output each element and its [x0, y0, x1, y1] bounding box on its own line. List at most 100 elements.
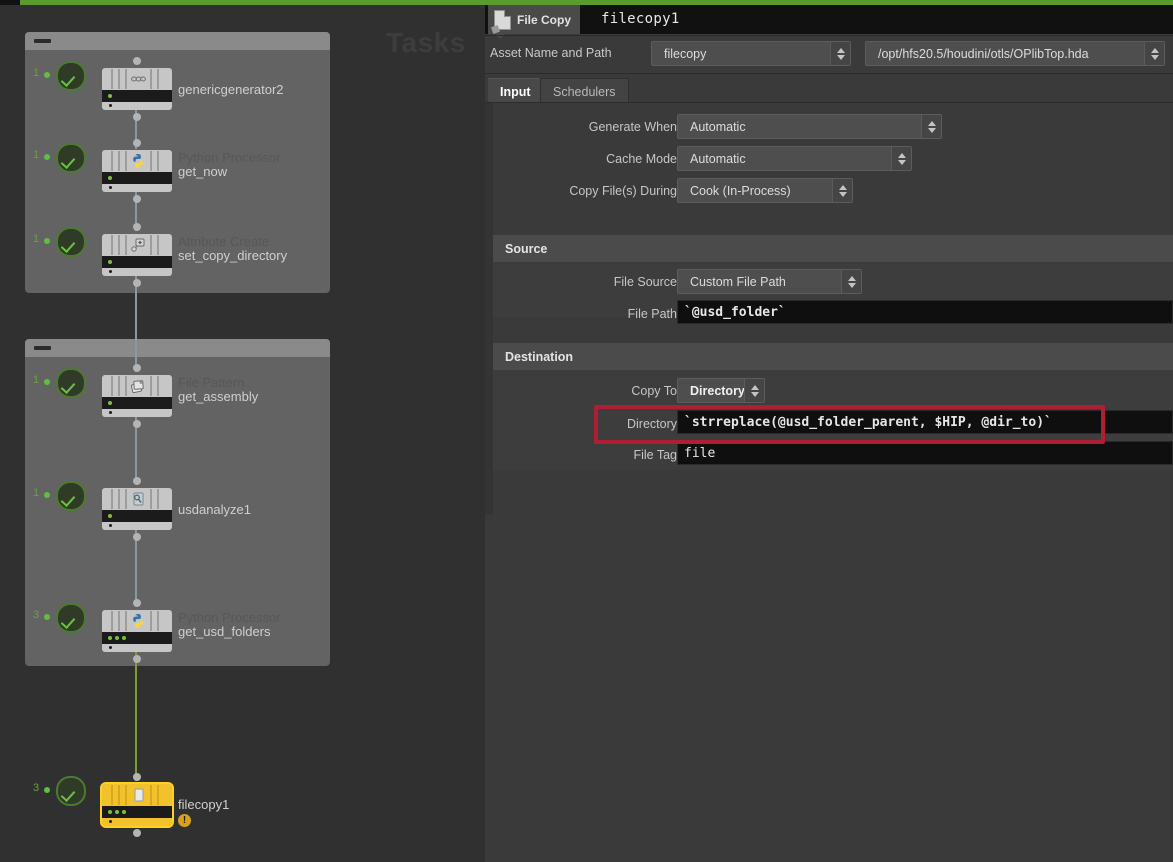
network-watermark: Tasks: [386, 27, 466, 58]
network-editor[interactable]: Tasks 1 genericgenerator2 1 Python Proce…: [0, 5, 485, 862]
copy-files-during-stepper[interactable]: [832, 179, 852, 202]
collapse-icon[interactable]: [34, 346, 51, 350]
node-type-get-assembly: File Pattern: [178, 375, 245, 390]
generic-generator-icon: [128, 71, 148, 87]
node-input-connector[interactable]: [133, 57, 141, 65]
label-file-tag: File Tag: [633, 448, 677, 462]
tab-schedulers-label: Schedulers: [553, 84, 616, 99]
copy-to-stepper[interactable]: [744, 379, 764, 402]
node-input-connector[interactable]: [133, 599, 141, 607]
node-usdanalyze1[interactable]: [102, 477, 172, 541]
file-copy-doc-icon: [494, 9, 511, 30]
node-label-get-now: get_now: [178, 164, 228, 179]
cooked-dot-icon: [44, 787, 50, 793]
cache-mode-value: Automatic: [690, 151, 746, 166]
file-pattern-icon: [128, 378, 148, 394]
group-middle-header[interactable]: [25, 339, 330, 357]
file-source-stepper[interactable]: [841, 270, 861, 293]
asset-name-and-path-row: Asset Name and Path filecopy /opt/hfs20.…: [485, 37, 1173, 69]
wire-setcopy-to-getassembly: [135, 273, 137, 372]
node-set-copy-directory[interactable]: [102, 223, 172, 287]
node-output-connector[interactable]: [133, 195, 141, 203]
generate-when-value: Automatic: [690, 119, 746, 134]
copy-to-menu[interactable]: Directory: [677, 378, 765, 403]
row-generate-when: Generate When: [485, 114, 677, 141]
node-label-get-usd-folders: get_usd_folders: [178, 624, 271, 639]
file-path-input[interactable]: `@usd_folder`: [677, 300, 1173, 324]
section-header-source[interactable]: Source: [493, 235, 1173, 262]
cooked-dot-icon: [44, 154, 50, 160]
group-top-header[interactable]: [25, 32, 330, 50]
asset-path-menu[interactable]: /opt/hfs20.5/houdini/otls/OPlibTop.hda: [865, 41, 1165, 66]
node-type-get-usd-folders: Python Processor: [178, 610, 281, 625]
node-label-set-copy-directory: set_copy_directory: [178, 248, 288, 263]
warning-badge-icon[interactable]: !: [178, 814, 191, 827]
node-get-usd-folders[interactable]: [102, 599, 172, 663]
asset-name-stepper[interactable]: [830, 42, 850, 65]
check-circle-icon: [56, 368, 86, 398]
workitem-count: 1: [33, 487, 40, 499]
node-get-assembly[interactable]: [102, 364, 172, 428]
asset-name-value: filecopy: [664, 46, 707, 61]
section-header-destination[interactable]: Destination: [493, 343, 1173, 370]
asset-path-stepper[interactable]: [1144, 42, 1164, 65]
generate-when-stepper[interactable]: [921, 115, 941, 138]
row-cache-mode: Cache Mode: [485, 146, 677, 173]
check-circle-icon: [56, 481, 86, 511]
file-tag-value: file: [684, 445, 716, 461]
check-circle-icon: [56, 61, 86, 91]
row-copy-files-during: Copy File(s) During: [485, 178, 677, 205]
tab-input[interactable]: Input: [488, 78, 543, 104]
tab-input-label: Input: [500, 84, 531, 99]
check-circle-icon: [56, 776, 86, 806]
asset-name-menu[interactable]: filecopy: [651, 41, 851, 66]
workitem-count: 1: [33, 149, 40, 161]
row-file-source: File Source: [485, 269, 677, 296]
node-output-connector[interactable]: [133, 279, 141, 287]
cooked-dot-icon: [44, 614, 50, 620]
node-name-field[interactable]: filecopy1: [601, 11, 680, 27]
node-output-connector[interactable]: [133, 655, 141, 663]
node-type-set-copy-directory: Attribute Create: [178, 234, 270, 249]
check-circle-icon: [56, 227, 86, 257]
node-output-connector[interactable]: [133, 533, 141, 541]
generate-when-menu[interactable]: Automatic: [677, 114, 942, 139]
section-title-destination: Destination: [505, 349, 574, 364]
node-output-connector[interactable]: [133, 113, 141, 121]
file-source-menu[interactable]: Custom File Path: [677, 269, 862, 294]
tab-schedulers[interactable]: Schedulers: [540, 78, 629, 104]
check-circle-icon: [56, 143, 86, 173]
workitem-count: 3: [33, 609, 40, 621]
workitem-count: 1: [33, 233, 40, 245]
node-type-label: File Copy: [517, 12, 572, 27]
cache-mode-menu[interactable]: Automatic: [677, 146, 912, 171]
node-output-connector[interactable]: [133, 420, 141, 428]
node-input-connector[interactable]: [133, 773, 141, 781]
parameter-panel[interactable]: File Copy filecopy1 Asset Name and Path …: [485, 5, 1173, 862]
node-output-connector[interactable]: [133, 829, 141, 837]
node-type-chip[interactable]: File Copy: [488, 5, 581, 34]
cooked-dot-icon: [44, 379, 50, 385]
row-file-path: File Path: [485, 301, 677, 328]
cache-mode-stepper[interactable]: [891, 147, 911, 170]
cooked-dot-icon: [44, 492, 50, 498]
label-file-path: File Path: [627, 307, 677, 321]
node-label-filecopy1: filecopy1: [178, 797, 230, 812]
parameter-tabs[interactable]: Input Schedulers: [485, 75, 1173, 104]
file-tag-input[interactable]: file: [677, 441, 1173, 465]
node-input-connector[interactable]: [133, 223, 141, 231]
node-filecopy1[interactable]: [102, 773, 172, 837]
node-label-genericgenerator2: genericgenerator2: [178, 82, 284, 97]
node-input-connector[interactable]: [133, 477, 141, 485]
collapse-icon[interactable]: [34, 39, 51, 43]
node-input-connector[interactable]: [133, 139, 141, 147]
python-icon: [128, 613, 148, 629]
node-label-usdanalyze1: usdanalyze1: [178, 502, 251, 517]
copy-to-value: Directory: [690, 383, 745, 398]
copy-files-during-menu[interactable]: Cook (In-Process): [677, 178, 853, 203]
node-genericgenerator2[interactable]: [102, 57, 172, 121]
node-input-connector[interactable]: [133, 364, 141, 372]
node-get-now[interactable]: [102, 139, 172, 203]
divider: [485, 35, 1173, 36]
section-title-source: Source: [505, 241, 548, 256]
